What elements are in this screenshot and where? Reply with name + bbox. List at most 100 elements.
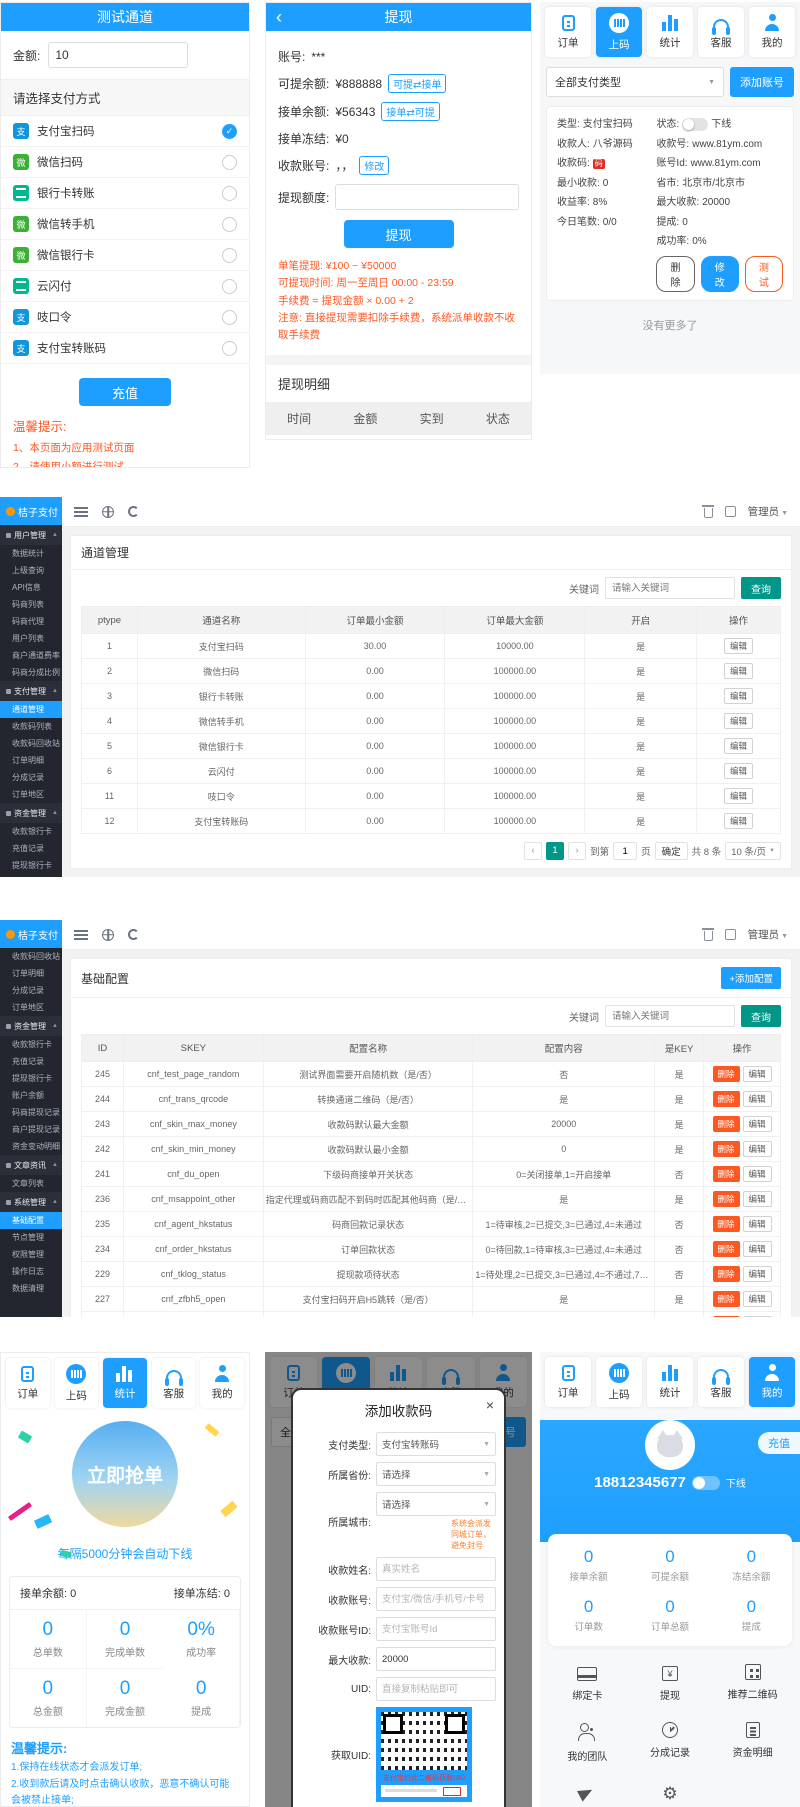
tab-order[interactable]: 订单 [545,1357,591,1407]
code-badge-icon[interactable]: 码 [593,159,605,169]
delete-button[interactable]: 删除 [713,1091,740,1107]
edit-button[interactable]: 编辑 [743,1191,772,1207]
sidebar-item[interactable]: 资金变动明细 [0,1138,62,1155]
sidebar-item[interactable]: 收款码回收站 [0,948,62,965]
sidebar-item[interactable]: 上级查询 [0,562,62,579]
sidebar-item[interactable]: 数据统计 [0,545,62,562]
field-select[interactable]: 请选择 [376,1492,496,1516]
next-page-icon[interactable]: › [568,842,586,860]
menu-item-team[interactable]: 我的团队 [546,1722,629,1763]
quota-input[interactable] [335,184,519,210]
search-input[interactable] [605,577,735,599]
edit-button[interactable]: 编辑 [724,688,753,704]
sidebar-item[interactable]: 充值记录 [0,1053,62,1070]
sidebar-item[interactable]: 充值记录 [0,840,62,857]
edit-button[interactable]: 编辑 [743,1216,772,1232]
menu-item-qrcode[interactable]: 推荐二维码 [711,1664,794,1702]
edit-button[interactable]: 编辑 [724,738,753,754]
sidebar-item[interactable]: 系统管理 [0,1192,62,1212]
clear-cache-icon[interactable] [704,508,713,518]
field-input[interactable] [376,1557,496,1581]
delete-button[interactable]: 删除 [713,1316,740,1317]
recharge-button[interactable]: 充值 [758,1432,800,1454]
field-input[interactable] [376,1647,496,1671]
sidebar-item[interactable]: 操作日志 [0,1263,62,1280]
sidebar-item[interactable]: 通道管理 [0,701,62,718]
sidebar-item[interactable]: 节点管理 [0,1229,62,1246]
grab-order-button[interactable]: 立即抢单 [72,1421,178,1527]
sidebar-item[interactable]: 资金管理 [0,803,62,823]
goto-page-input[interactable] [613,842,637,860]
sidebar-item[interactable]: 用户管理 [0,525,62,545]
tab-qr[interactable]: 上码 [55,1358,99,1408]
tab-stats[interactable]: 统计 [103,1358,147,1408]
delete-button[interactable]: 删除 [713,1216,740,1232]
payment-method-wechat[interactable]: 微信银行卡 [1,240,249,271]
edit-button[interactable]: 编辑 [743,1291,772,1307]
sidebar-item[interactable]: 订单地区 [0,999,62,1016]
payment-method-bank[interactable]: 银行卡转账 [1,178,249,209]
sidebar-item[interactable]: 订单明细 [0,965,62,982]
edit-button[interactable]: 修改 [701,256,739,292]
sidebar-item[interactable]: 基础配置 [0,1212,62,1229]
user-menu[interactable]: 管理员 [748,504,788,519]
payment-radio[interactable] [222,217,237,232]
field-select[interactable]: 支付宝转账码 [376,1432,496,1456]
delete-button[interactable]: 删除 [713,1241,740,1257]
brand-logo[interactable]: 桔子支付 [0,920,62,948]
delete-button[interactable]: 删除 [713,1116,740,1132]
payment-radio[interactable] [222,279,237,294]
field-input[interactable] [376,1587,496,1611]
payment-method-alipay[interactable]: 支付宝扫码 [1,116,249,147]
tab-mine[interactable]: 我的 [200,1358,244,1408]
sidebar-item[interactable]: 码商提现记录 [0,1104,62,1121]
fullscreen-icon[interactable] [725,929,736,940]
search-input[interactable] [605,1005,735,1027]
sidebar-item[interactable]: 订单地区 [0,786,62,803]
online-toggle[interactable] [692,1476,720,1490]
sidebar-item[interactable]: 文章资讯 [0,1155,62,1175]
payment-method-alipay[interactable]: 吱口令 [1,302,249,333]
sidebar-item[interactable]: 收款码回收站 [0,735,62,752]
field-input[interactable] [376,1677,496,1701]
tab-order[interactable]: 订单 [6,1358,50,1408]
edit-button[interactable]: 编辑 [743,1116,772,1132]
sidebar-item[interactable]: 码商代理 [0,613,62,630]
edit-button[interactable]: 编辑 [743,1066,772,1082]
payment-method-alipay[interactable]: 支付宝转账码 [1,333,249,364]
payment-radio[interactable] [222,155,237,170]
sidebar-item[interactable]: 账户余额 [0,1087,62,1104]
sidebar-item[interactable]: 码商列表 [0,596,62,613]
fullscreen-icon[interactable] [725,506,736,517]
menu-item-share[interactable]: 分成记录 [629,1722,712,1763]
payment-radio[interactable] [222,341,237,356]
edit-button[interactable]: 编辑 [724,638,753,654]
tab-service[interactable]: 客服 [698,1357,744,1407]
per-page-select[interactable]: 10 条/页 [725,842,781,860]
globe-icon[interactable] [102,929,114,941]
clear-cache-icon[interactable] [704,931,713,941]
sidebar-item[interactable]: 用户列表 [0,630,62,647]
delete-button[interactable]: 删除 [713,1291,740,1307]
sidebar-item[interactable]: 数据清理 [0,1280,62,1297]
sidebar-item[interactable]: 收款银行卡 [0,1036,62,1053]
tab-service[interactable]: 客服 [698,7,744,57]
refresh-icon[interactable] [128,506,139,517]
payment-radio[interactable] [222,310,237,325]
tab-stats[interactable]: 统计 [647,7,693,57]
close-icon[interactable]: × [486,1398,494,1412]
edit-button[interactable]: 编辑 [724,713,753,729]
field-action-button[interactable]: 修改 [359,156,389,175]
search-button[interactable]: 查询 [741,1005,781,1027]
delete-button[interactable]: 删除 [713,1191,740,1207]
menu-toggle-icon[interactable] [74,507,88,517]
tab-qr[interactable]: 上码 [596,1357,642,1407]
payment-method-wechat[interactable]: 微信转手机 [1,209,249,240]
tab-service[interactable]: 客服 [152,1358,196,1408]
edit-button[interactable]: 编辑 [724,663,753,679]
sidebar-item[interactable]: 资金管理 [0,1016,62,1036]
payment-method-bank[interactable]: 云闪付 [1,271,249,302]
user-menu[interactable]: 管理员 [748,927,788,942]
add-account-button[interactable]: 添加账号 [730,67,794,97]
delete-button[interactable]: 删除 [713,1266,740,1282]
